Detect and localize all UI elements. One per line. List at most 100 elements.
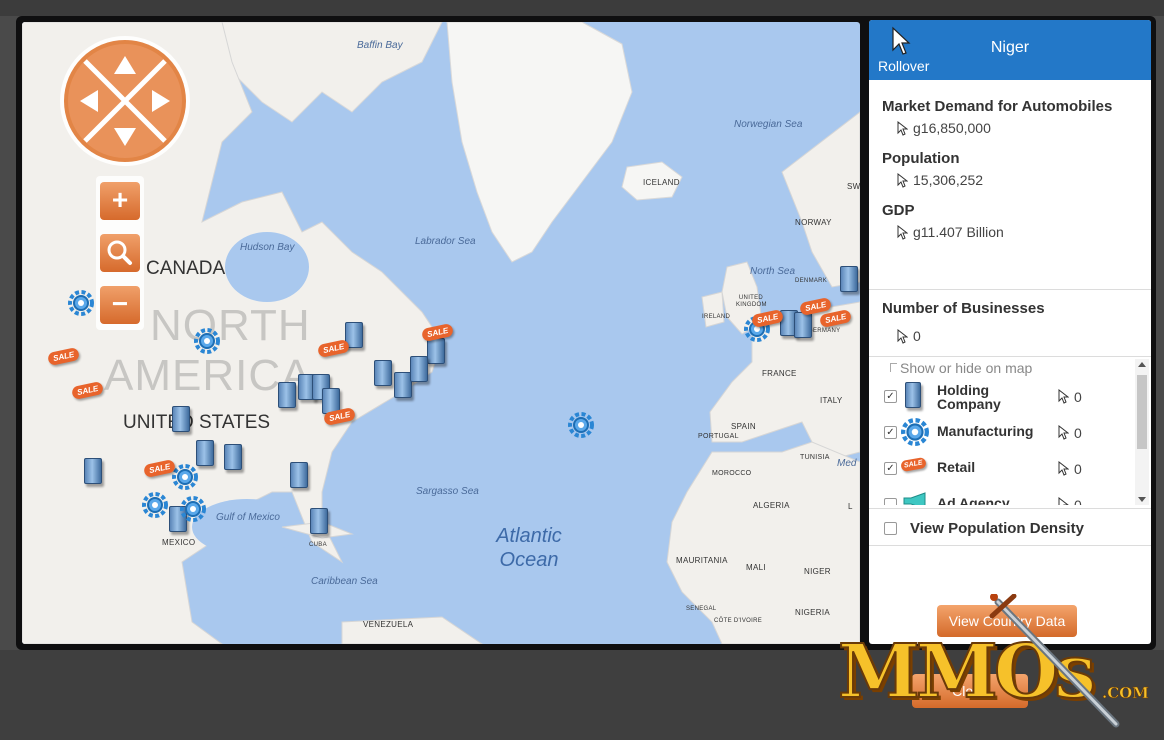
building-icon (905, 382, 923, 408)
building-icon (374, 360, 392, 386)
zoom-magnifier-button[interactable] (100, 234, 140, 272)
holding-company-marker[interactable] (840, 266, 860, 292)
ad-agency-checkbox[interactable] (884, 498, 897, 505)
manufacturing-gear-icon[interactable] (142, 492, 168, 518)
building-icon (794, 312, 812, 338)
label-baffin-bay: Baffin Bay (357, 40, 403, 51)
holding-company-marker[interactable] (794, 312, 816, 338)
holding-company-marker[interactable] (310, 508, 332, 534)
holding-company-checkbox[interactable]: ✓ (884, 390, 897, 403)
pointer-icon (1058, 497, 1069, 505)
pointer-icon (897, 173, 908, 188)
building-icon (84, 458, 102, 484)
label-sargasso-sea: Sargasso Sea (416, 486, 479, 497)
label-niger: NIGER (804, 567, 831, 576)
sword-icon (989, 594, 1120, 728)
retail-count: 0 (1074, 461, 1082, 477)
gdp-value: g11.407 Billion (913, 224, 1004, 240)
label-france: FRANCE (762, 369, 797, 378)
top-bar (0, 0, 1164, 16)
zoom-out-button[interactable]: − (100, 286, 140, 324)
gdp-label: GDP (882, 202, 915, 219)
holding-company-marker[interactable] (224, 444, 246, 470)
label-north: NORTH (150, 301, 311, 350)
zoom-in-button[interactable]: + (100, 182, 140, 220)
holding-company-marker[interactable] (410, 356, 432, 382)
building-icon (172, 406, 190, 432)
manufacturing-count: 0 (1074, 425, 1082, 441)
holding-company-label-line2: Company (937, 396, 1001, 412)
manufacturing-gear-icon[interactable] (172, 464, 198, 490)
holding-company-marker[interactable] (172, 406, 194, 432)
pointer-icon (1058, 461, 1069, 476)
businesses-count: 0 (913, 328, 921, 344)
building-icon (840, 266, 858, 292)
show-hide-legend-title: Show or hide on map (900, 360, 1033, 376)
holding-company-marker[interactable] (84, 458, 106, 484)
label-norway: NORWAY (795, 218, 832, 227)
manufacturing-gear-icon[interactable] (568, 412, 594, 438)
country-name: Niger (990, 39, 1030, 56)
holding-company-label: Holding Company (937, 383, 1001, 411)
market-demand-value: g16,850,000 (913, 120, 991, 136)
divider (869, 545, 1151, 546)
pointer-icon (897, 329, 908, 344)
pointer-icon (897, 121, 908, 136)
label-ocean: Ocean (499, 549, 559, 571)
label-cuba: CUBA (309, 542, 327, 548)
label-iceland: ICELAND (643, 178, 680, 187)
ad-agency-label: Ad Agency (937, 495, 1010, 505)
world-map[interactable]: Baffin Bay Norwegian Sea ICELAND Hudson … (22, 22, 860, 644)
legend-scrollbar[interactable] (1135, 359, 1149, 505)
retail-label: Retail (937, 459, 976, 475)
label-l: L (848, 502, 853, 511)
manufacturing-checkbox[interactable]: ✓ (884, 426, 897, 439)
label-venezuela: VENEZUELA (363, 620, 414, 629)
label-denmark: DENMARK (795, 278, 828, 284)
label-canada: CANADA (146, 258, 226, 279)
scroll-up-arrow-icon[interactable] (1138, 362, 1146, 367)
divider (869, 508, 1151, 509)
pointer-icon (897, 225, 908, 240)
scroll-down-arrow-icon[interactable] (1138, 497, 1146, 502)
zoom-control: + − (96, 176, 144, 330)
label-cote-divoire: CÔTE D'IVOIRE (714, 618, 763, 624)
building-icon (290, 462, 308, 488)
population-density-label: View Population Density (910, 520, 1084, 537)
holding-company-marker[interactable] (278, 382, 300, 408)
label-nigeria: NIGERIA (795, 608, 830, 617)
building-icon (410, 356, 428, 382)
label-mali: MALI (746, 563, 766, 572)
label-morocco: MOROCCO (712, 470, 752, 477)
country-info-panel: Rollover Niger Market Demand for Automob… (869, 20, 1151, 644)
map-pan-control[interactable] (58, 34, 192, 168)
label-united-states: UNITED STATES (123, 412, 271, 433)
gear-icon (901, 418, 929, 446)
building-icon (310, 508, 328, 534)
manufacturing-gear-icon[interactable] (68, 290, 94, 316)
manufacturing-gear-icon[interactable] (180, 496, 206, 522)
label-portugal: PORTUGAL (698, 433, 739, 440)
label-senegal: SENEGAL (686, 606, 717, 612)
holding-company-marker[interactable] (374, 360, 396, 386)
manufacturing-label: Manufacturing (937, 423, 1034, 439)
magnifier-icon (107, 240, 132, 265)
manufacturing-gear-icon[interactable] (194, 328, 220, 354)
retail-checkbox[interactable]: ✓ (884, 462, 897, 475)
population-density-checkbox[interactable] (884, 522, 897, 535)
label-gulf-of-mexico: Gulf of Mexico (216, 512, 280, 523)
holding-company-marker[interactable] (196, 440, 218, 466)
holding-company-marker[interactable] (290, 462, 312, 488)
building-icon (224, 444, 242, 470)
label-spain: SPAIN (731, 422, 756, 431)
divider (869, 289, 1151, 290)
rollover-label: Rollover (878, 58, 930, 74)
label-tunisia: TUNISIA (800, 454, 830, 461)
population-value: 15,306,252 (913, 172, 984, 188)
fieldset-corner (890, 363, 897, 372)
pointer-icon (1058, 425, 1069, 440)
label-atlantic-ocean: Atlantic Ocean (484, 524, 574, 572)
scroll-thumb[interactable] (1137, 375, 1147, 449)
label-mexico: MEXICO (162, 538, 196, 547)
label-mauritania: MAURITANIA (676, 556, 728, 565)
